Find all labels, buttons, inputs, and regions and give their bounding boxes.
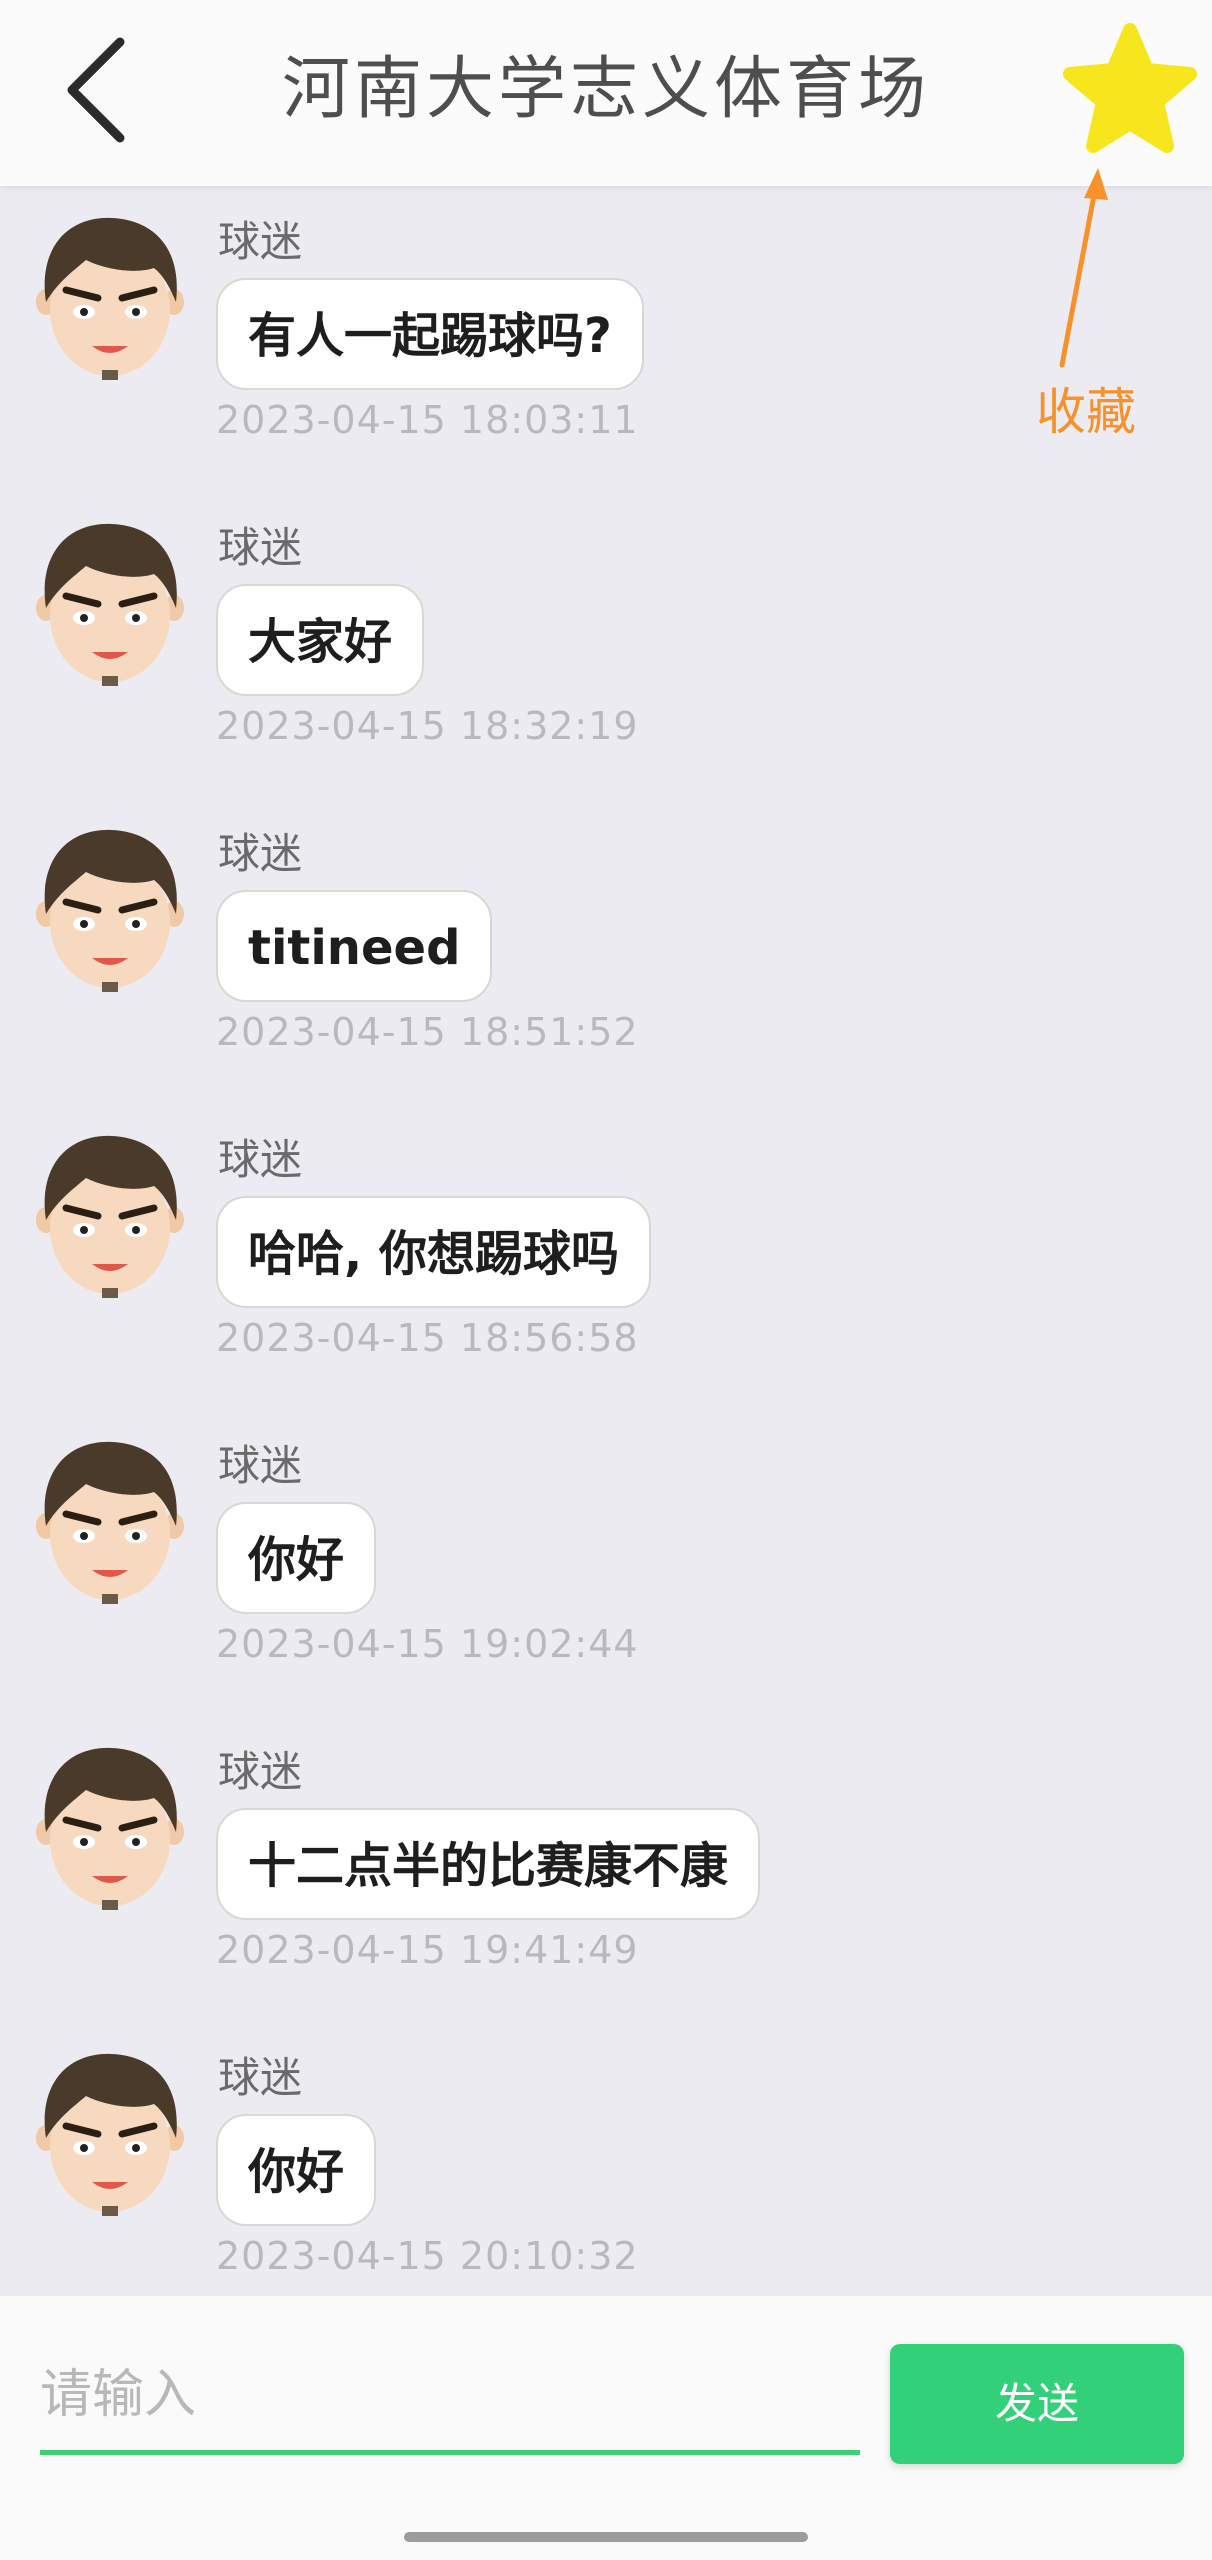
page-title: 河南大学志义体育场 [281, 50, 930, 129]
chevron-left-icon [67, 37, 125, 143]
message-bubble[interactable]: 有人一起踢球吗? [216, 278, 644, 390]
star-icon [1063, 23, 1197, 153]
chat-message: 球迷 titineed 2023-04-15 18:51:52 [0, 812, 1212, 1112]
message-input[interactable] [40, 2340, 860, 2455]
user-avatar[interactable] [36, 822, 184, 992]
user-avatar[interactable] [36, 210, 184, 380]
user-avatar[interactable] [36, 1740, 184, 1910]
avatar-icon [36, 2053, 184, 2216]
chat-message: 球迷 你好 2023-04-15 19:02:44 [0, 1424, 1212, 1724]
chat-message: 球迷 大家好 2023-04-15 18:32:19 [0, 506, 1212, 806]
back-button[interactable] [50, 30, 160, 150]
message-username: 球迷 [218, 2053, 303, 2102]
avatar-icon [36, 829, 184, 992]
message-username: 球迷 [218, 1441, 303, 1490]
message-bubble[interactable]: 大家好 [216, 584, 425, 696]
send-button[interactable]: 发送 [890, 2344, 1184, 2464]
user-avatar[interactable] [36, 516, 184, 686]
message-bubble[interactable]: 哈哈, 你想踢球吗 [216, 1196, 651, 1308]
message-bubble[interactable]: 你好 [216, 2114, 377, 2226]
message-bubble[interactable]: titineed [216, 890, 493, 1002]
message-username: 球迷 [218, 1747, 303, 1796]
user-avatar[interactable] [36, 1128, 184, 1298]
message-timestamp: 2023-04-15 19:41:49 [216, 1928, 639, 1972]
home-indicator[interactable] [404, 2532, 808, 2542]
avatar-icon [36, 1441, 184, 1604]
message-timestamp: 2023-04-15 18:56:58 [216, 1316, 639, 1360]
message-timestamp: 2023-04-15 19:02:44 [216, 1622, 639, 1666]
message-username: 球迷 [218, 1135, 303, 1184]
chat-message: 球迷 你好 2023-04-15 20:10:32 [0, 2036, 1212, 2296]
message-input-bar: 发送 [0, 2296, 1212, 2560]
message-timestamp: 2023-04-15 18:51:52 [216, 1010, 639, 1054]
user-avatar[interactable] [36, 1434, 184, 1604]
avatar-icon [36, 1747, 184, 1910]
message-timestamp: 2023-04-15 20:10:32 [216, 2234, 639, 2278]
message-timestamp: 2023-04-15 18:03:11 [216, 398, 639, 442]
chat-message: 球迷 有人一起踢球吗? 2023-04-15 18:03:11 [0, 200, 1212, 500]
annotation-label: 收藏 [1036, 383, 1136, 441]
favorite-button[interactable] [1060, 22, 1200, 162]
user-avatar[interactable] [36, 2046, 184, 2216]
avatar-icon [36, 1135, 184, 1298]
avatar-icon [36, 523, 184, 686]
avatar-icon [36, 217, 184, 380]
chat-message: 球迷 哈哈, 你想踢球吗 2023-04-15 18:56:58 [0, 1118, 1212, 1418]
message-username: 球迷 [218, 523, 303, 572]
chat-message-list[interactable]: 球迷 有人一起踢球吗? 2023-04-15 18:03:11 球迷 大家好 2… [0, 186, 1212, 2296]
header-bar: 河南大学志义体育场 [0, 0, 1212, 186]
message-bubble[interactable]: 十二点半的比赛康不康 [216, 1808, 761, 1920]
message-timestamp: 2023-04-15 18:32:19 [216, 704, 639, 748]
message-username: 球迷 [218, 829, 303, 878]
message-bubble[interactable]: 你好 [216, 1502, 377, 1614]
message-username: 球迷 [218, 217, 303, 266]
annotation-arrow-icon [1059, 168, 1108, 368]
chat-message: 球迷 十二点半的比赛康不康 2023-04-15 19:41:49 [0, 1730, 1212, 2030]
